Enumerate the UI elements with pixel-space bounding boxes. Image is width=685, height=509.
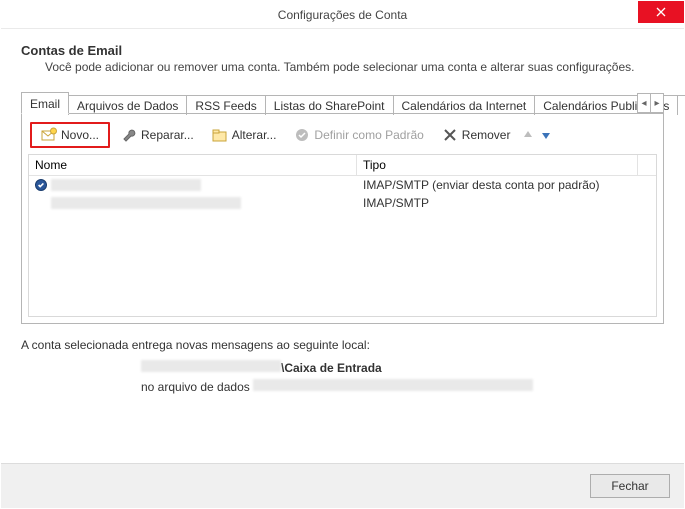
tab-sharepoint-lists[interactable]: Listas do SharePoint [265,95,394,115]
set-default-button[interactable]: Definir como Padrão [287,124,430,146]
envelope-new-icon [41,127,57,143]
remove-x-icon [442,127,458,143]
tab-scroll-left[interactable]: ◂ [637,93,651,113]
col-header-name[interactable]: Nome [29,155,357,175]
repair-button[interactable]: Reparar... [114,124,201,146]
tab-email[interactable]: Email [21,92,69,114]
default-account-icon [35,179,47,191]
col-header-spacer [638,155,656,175]
table-header: Nome Tipo [29,155,656,176]
col-header-type[interactable]: Tipo [357,155,638,175]
tab-bar: Email Arquivos de Dados RSS Feeds Listas… [21,92,664,114]
email-panel: Novo... Reparar... Alterar... [21,113,664,324]
delivery-account-redacted [141,360,281,372]
change-button-label: Alterar... [232,128,277,142]
table-row[interactable]: IMAP/SMTP [29,194,656,212]
accounts-table: Nome Tipo IMAP/SMTP (enviar desta conta … [28,154,657,317]
content-area: Contas de Email Você pode adicionar ou r… [1,29,684,463]
tab-internet-calendars[interactable]: Calendários da Internet [393,95,536,115]
tab-scroll-right[interactable]: ▸ [650,93,664,113]
table-body: IMAP/SMTP (enviar desta conta por padrão… [29,176,656,316]
move-up-button[interactable] [521,128,535,142]
new-button[interactable]: Novo... [34,124,106,146]
account-name-redacted [51,197,241,209]
set-default-button-label: Definir como Padrão [314,128,423,142]
table-row[interactable]: IMAP/SMTP (enviar desta conta por padrão… [29,176,656,194]
account-type: IMAP/SMTP (enviar desta conta por padrão… [363,178,650,192]
delivery-location: A conta selecionada entrega novas mensag… [21,338,664,394]
account-type: IMAP/SMTP [363,196,650,210]
account-name-redacted [51,179,201,191]
section-title: Contas de Email [21,43,664,58]
folder-change-icon [212,127,228,143]
move-down-button[interactable] [539,128,553,142]
delivery-path-prefix: no arquivo de dados [141,380,253,394]
close-icon [656,7,666,17]
titlebar: Configurações de Conta [1,1,684,29]
delivery-inbox-suffix: \Caixa de Entrada [281,361,382,375]
change-button[interactable]: Alterar... [205,124,284,146]
section-subtitle: Você pode adicionar ou remover uma conta… [45,60,664,74]
remove-button-label: Remover [462,128,511,142]
tab-data-files[interactable]: Arquivos de Dados [68,95,187,115]
toolbar: Novo... Reparar... Alterar... [28,120,657,152]
account-settings-window: Configurações de Conta Contas de Email V… [0,0,685,509]
remove-button[interactable]: Remover [435,124,518,146]
delivery-intro: A conta selecionada entrega novas mensag… [21,338,664,352]
tab-overflow[interactable]: Ca [677,95,685,115]
window-close-button[interactable] [638,1,684,23]
check-circle-icon [294,127,310,143]
window-title: Configurações de Conta [278,8,407,22]
wrench-icon [121,127,137,143]
dialog-footer: Fechar [1,463,684,508]
highlight-new: Novo... [30,122,110,148]
delivery-path-redacted [253,379,533,391]
close-button[interactable]: Fechar [590,474,670,498]
new-button-label: Novo... [61,128,99,142]
tab-rss-feeds[interactable]: RSS Feeds [186,95,265,115]
repair-button-label: Reparar... [141,128,194,142]
